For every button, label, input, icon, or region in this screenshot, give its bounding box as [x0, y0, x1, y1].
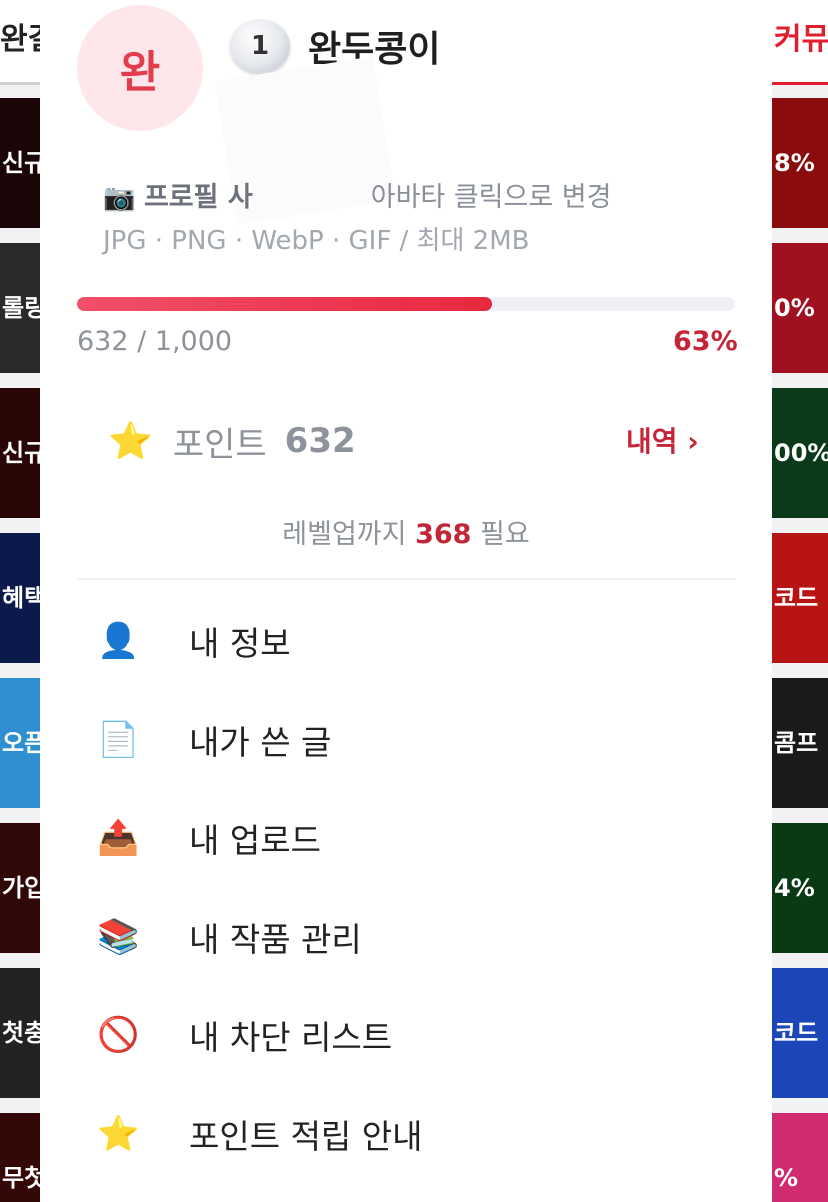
menu-label: 내 정보 [189, 624, 291, 664]
avatar-hint-text: 아바타 클릭으로 변경 [370, 182, 612, 213]
point-label: 포인트 [172, 424, 267, 465]
left-ad-banner-text: 첫충 [2, 1019, 40, 1047]
left-ad-banner-text: 혜택 [2, 584, 40, 612]
menu-item-my-uploads[interactable]: 📤 내 업로드 [77, 789, 735, 888]
menu-label: 내 업로드 [189, 821, 321, 861]
left-ad-banner[interactable]: 오픈 [0, 678, 40, 808]
point-value: 632 [284, 421, 356, 461]
left-ad-banner[interactable]: 첫충 [0, 968, 40, 1098]
menu-label: 내가 쓴 글 [189, 722, 332, 762]
point-history-link[interactable]: 내역 › [626, 420, 699, 460]
camera-icon: 📷 [103, 183, 136, 213]
right-ad-banner-text: 0% [774, 294, 815, 322]
right-ad-banner[interactable]: % [772, 1113, 828, 1202]
left-ad-banner[interactable]: 가입 [0, 823, 40, 953]
right-ad-banner-text: 8% [774, 149, 815, 177]
right-ad-banner-text: 코드 [774, 584, 819, 612]
left-ad-banner[interactable]: 무첫 [0, 1113, 40, 1202]
levelup-suffix: 필요 [471, 519, 530, 550]
divider [77, 578, 735, 580]
background-left-header-text: 완결 [0, 22, 40, 57]
left-ad-banner-text: 가입 [2, 874, 40, 902]
levelup-value: 368 [415, 519, 472, 550]
left-ad-banner-text: 신규첫 [2, 149, 40, 177]
right-ad-banner-text: % [774, 1164, 799, 1192]
user-icon: 👤 [97, 621, 140, 662]
menu-item-my-info[interactable]: 👤 내 정보 [77, 592, 735, 691]
star-icon: ⭐ [97, 1113, 140, 1154]
right-ad-banner[interactable]: 콤프 [772, 678, 828, 808]
document-icon: 📄 [97, 719, 140, 760]
left-ad-banner-text: 롤링 [2, 294, 40, 322]
right-ad-banner[interactable]: 4% [772, 823, 828, 953]
right-ad-banner-text: 콤프 [774, 729, 819, 757]
point-summary: ⭐ 포인트 632 [108, 416, 356, 466]
exp-progress-bar [77, 297, 735, 311]
star-icon: ⭐ [108, 421, 153, 462]
right-ad-banner[interactable]: 00% [772, 388, 828, 518]
menu-item-my-works[interactable]: 📚 내 작품 관리 [77, 888, 735, 987]
levelup-prefix: 레벨업까지 [282, 519, 416, 550]
left-ad-banner-text: 신규첫 [2, 439, 40, 467]
right-ad-banner[interactable]: 8% [772, 98, 828, 228]
profile-panel: 완 1 완두콩이 📷 프로필 사 아바타 클릭으로 변경 JPG · PNG · … [40, 0, 772, 1202]
background-right-header: 커뮤 [772, 0, 828, 85]
level-badge: 1 [230, 19, 290, 73]
right-ad-banner-text: 4% [774, 874, 815, 902]
exp-percent: 63% [673, 326, 738, 357]
left-ad-banner[interactable]: 혜택 [0, 533, 40, 663]
left-ad-banner[interactable]: 신규첫 [0, 98, 40, 228]
books-icon: 📚 [97, 916, 140, 957]
menu-item-my-posts[interactable]: 📄 내가 쓴 글 [77, 691, 735, 790]
left-ad-banner-text: 오픈 [2, 729, 40, 757]
background-right-strip: 커뮤 8% 0% 00% 코드 콤프 4% 코드% [772, 0, 828, 1202]
avatar[interactable]: 완 [77, 5, 203, 131]
avatar-hint-bold: 프로필 사 [143, 182, 253, 213]
left-ad-banner-text: 무첫 [2, 1164, 40, 1192]
right-ad-banner[interactable]: 코드 [772, 968, 828, 1098]
background-left-header: 완결 [0, 0, 40, 85]
block-icon: 🚫 [97, 1015, 140, 1056]
background-left-strip: 완결 신규첫롤링신규첫혜택오픈가입첫충무첫 [0, 0, 40, 1202]
levelup-requirement: 레벨업까지 368 필요 [40, 512, 772, 551]
menu-item-point-guide[interactable]: ⭐ 포인트 적립 안내 [77, 1085, 735, 1184]
left-ad-banner[interactable]: 신규첫 [0, 388, 40, 518]
avatar-change-hint: 📷 프로필 사 아바타 클릭으로 변경 [103, 175, 611, 214]
left-ad-banner[interactable]: 롤링 [0, 243, 40, 373]
menu-item-block-list[interactable]: 🚫 내 차단 리스트 [77, 986, 735, 1085]
menu-label: 포인트 적립 안내 [189, 1116, 423, 1156]
right-ad-banner[interactable]: 0% [772, 243, 828, 373]
right-ad-banner-text: 코드 [774, 1019, 819, 1047]
upload-tray-icon: 📤 [97, 818, 140, 859]
file-format-hint: JPG · PNG · WebP · GIF / 최대 2MB [103, 226, 530, 256]
profile-menu: 👤 내 정보 📄 내가 쓴 글 📤 내 업로드 📚 내 작품 관리 🚫 내 차단… [77, 592, 735, 1183]
right-ad-banner-text: 00% [774, 439, 828, 467]
exp-count: 632 / 1,000 [77, 326, 233, 357]
menu-label: 내 작품 관리 [189, 919, 362, 959]
exp-progress-fill [77, 297, 492, 311]
menu-label: 내 차단 리스트 [189, 1018, 393, 1058]
background-right-header-text: 커뮤 [774, 22, 828, 57]
right-ad-banner[interactable]: 코드 [772, 533, 828, 663]
